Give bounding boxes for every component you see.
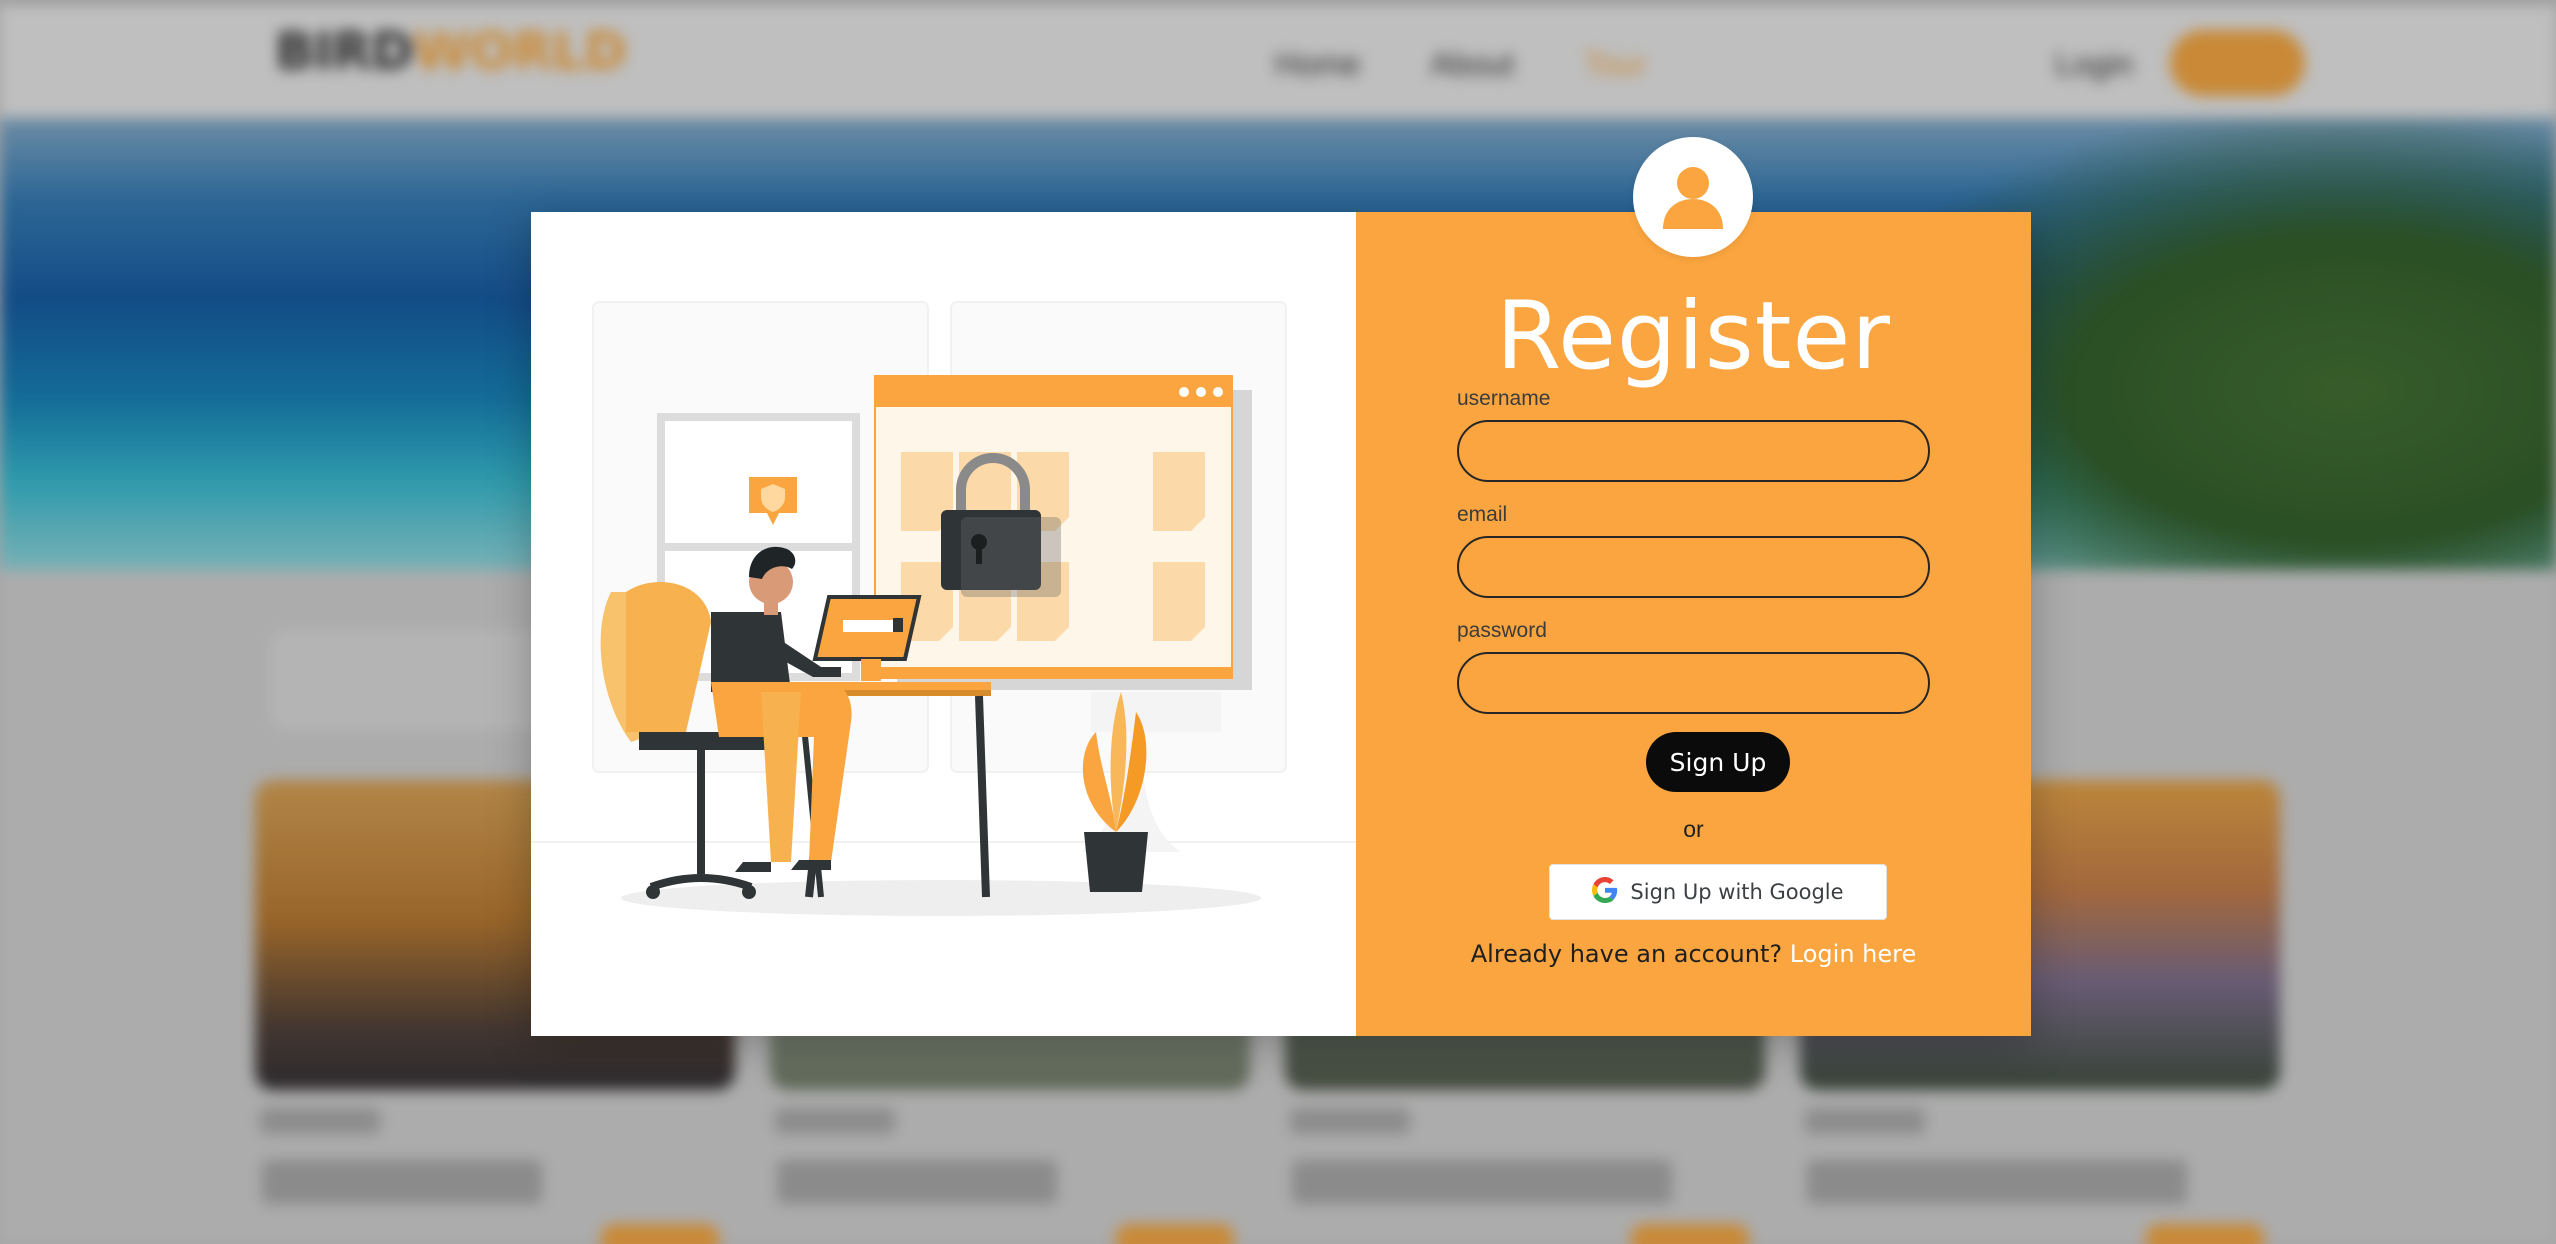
page-title: Register bbox=[1495, 282, 1891, 391]
password-label: password bbox=[1457, 619, 1547, 642]
google-icon bbox=[1592, 876, 1618, 908]
sign-up-button[interactable]: Sign Up bbox=[1646, 732, 1790, 792]
register-modal: Register username email password Sign Up… bbox=[531, 212, 2031, 1036]
avatar bbox=[1633, 137, 1753, 257]
google-sign-up-button[interactable]: Sign Up with Google bbox=[1549, 864, 1887, 920]
google-button-label: Sign Up with Google bbox=[1630, 880, 1844, 904]
login-prompt: Already have an account? Login here bbox=[1356, 940, 2031, 968]
register-form-panel: Register username email password Sign Up… bbox=[1356, 212, 2031, 1036]
login-here-link[interactable]: Login here bbox=[1790, 940, 1916, 968]
illustration-panel bbox=[531, 212, 1356, 1036]
user-icon bbox=[1663, 167, 1723, 229]
email-input[interactable] bbox=[1457, 536, 1930, 598]
password-input[interactable] bbox=[1457, 652, 1930, 714]
email-label: email bbox=[1457, 503, 1508, 526]
username-label: username bbox=[1457, 387, 1551, 410]
or-divider: or bbox=[1683, 816, 1704, 842]
username-input[interactable] bbox=[1457, 420, 1930, 482]
login-prompt-text: Already have an account? bbox=[1470, 940, 1783, 968]
security-illustration bbox=[531, 301, 1356, 916]
